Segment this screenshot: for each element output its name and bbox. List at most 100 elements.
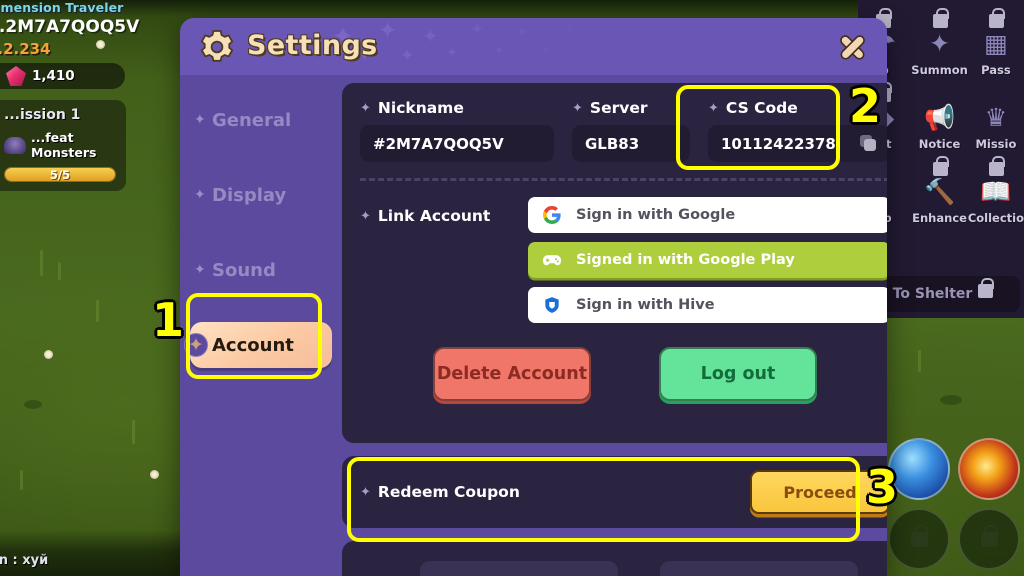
menu-label: Collectio bbox=[967, 211, 1024, 225]
fire-skill-orb[interactable] bbox=[958, 438, 1020, 500]
link-button-label: Sign in with Hive bbox=[576, 297, 715, 313]
menu-label: Missio bbox=[975, 137, 1017, 151]
skill-orb-tray bbox=[888, 438, 1020, 570]
google-icon bbox=[542, 205, 562, 225]
mission-progress-text: 5/5 bbox=[49, 167, 71, 182]
bottom-stub-right[interactable] bbox=[660, 561, 858, 576]
sparkle-icon: ✦ bbox=[708, 100, 719, 116]
delete-account-button[interactable]: Delete Account bbox=[433, 347, 591, 401]
link-button-label: Signed in with Google Play bbox=[576, 252, 795, 268]
link-account-buttons: Sign in with Google Signed in with Googl… bbox=[528, 197, 887, 323]
account-identity-row: ✦ Nickname #2M7A7QOQ5V ✦ Server GLB83 ✦ … bbox=[360, 99, 887, 162]
nickname-field-group: ✦ Nickname #2M7A7QOQ5V bbox=[360, 99, 554, 162]
mission-tracker[interactable]: ...ission 1 ...feat Monsters 5/5 bbox=[0, 100, 126, 191]
sparkle-icon: ✦ bbox=[194, 262, 206, 278]
close-icon[interactable] bbox=[837, 32, 867, 62]
menu-item-mission[interactable]: ♛ Missio bbox=[968, 82, 1024, 156]
menu-label: Enhance bbox=[912, 211, 967, 225]
sidebar-item-display[interactable]: ✦ Display bbox=[190, 172, 332, 218]
link-account-label-wrap: ✦ Link Account bbox=[360, 197, 528, 225]
cs-code-field-group: ✦ CS Code 10112422378 bbox=[708, 99, 887, 162]
lock-icon bbox=[932, 156, 949, 176]
gold-amount: ...2.234 bbox=[0, 40, 51, 58]
sparkle-icon: ✦ bbox=[360, 208, 371, 224]
section-divider bbox=[360, 178, 887, 181]
sign-in-with-hive-button[interactable]: Sign in with Hive bbox=[528, 287, 887, 323]
enhance-hammer-icon: 🔨 bbox=[923, 176, 956, 206]
pass-ticket-icon: ▦ bbox=[984, 28, 1008, 58]
copy-icon[interactable] bbox=[860, 135, 877, 152]
server-label-wrap: ✦ Server bbox=[572, 99, 690, 117]
sidebar-item-sound[interactable]: ✦ Sound bbox=[190, 247, 332, 293]
menu-item-notice[interactable]: 📢 Notice bbox=[911, 82, 968, 156]
cs-code-value: 10112422378 bbox=[721, 134, 836, 153]
to-shelter-label: To Shelter bbox=[892, 286, 973, 302]
menu-label: Notice bbox=[918, 137, 961, 151]
sidebar-item-label: Display bbox=[212, 184, 287, 206]
link-account-label: Link Account bbox=[377, 207, 491, 225]
sparkle-icon: ✦ bbox=[184, 333, 208, 357]
collection-book-icon: 📖 bbox=[980, 176, 1012, 206]
sparkle-icon: ✦ bbox=[194, 112, 206, 128]
account-action-row: Delete Account Log out bbox=[360, 347, 887, 401]
sparkle-icon: ✦ bbox=[194, 187, 206, 203]
water-skill-orb[interactable] bbox=[888, 438, 950, 500]
settings-modal: ✦ ✦ ✦ ✦ ✦ ✦ ✦ ✦ ✦ ✦ ✦ ✦ Settings ✦ Gener… bbox=[180, 18, 887, 576]
sidebar-item-label: Account bbox=[212, 334, 294, 356]
logout-button[interactable]: Log out bbox=[659, 347, 817, 401]
nickname-label: Nickname bbox=[377, 99, 464, 117]
modal-title: Settings bbox=[247, 30, 378, 61]
skill-slot-4[interactable] bbox=[958, 508, 1020, 570]
modal-header: ✦ ✦ ✦ ✦ ✦ ✦ ✦ ✦ ✦ ✦ ✦ ✦ Settings bbox=[180, 18, 887, 75]
menu-item-summon[interactable]: ✦ Summon bbox=[911, 8, 968, 82]
sparkle-icon: ✦ bbox=[572, 100, 583, 116]
player-hud: ...mension Traveler ...2M7A7QOQ5V ...2.2… bbox=[0, 0, 140, 191]
cs-code-label-wrap: ✦ CS Code bbox=[708, 99, 887, 117]
menu-item-enhance[interactable]: 🔨 Enhance bbox=[911, 156, 968, 230]
skill-slot-3[interactable] bbox=[888, 508, 950, 570]
to-shelter-button[interactable]: To Shelter bbox=[866, 276, 1020, 312]
lock-icon bbox=[989, 8, 1005, 28]
redeem-coupon-label-wrap: ✦ Redeem Coupon bbox=[360, 483, 520, 501]
menu-label: Pass bbox=[981, 63, 1011, 77]
menu-item-collection[interactable]: 📖 Collectio bbox=[968, 156, 1024, 230]
gem-icon bbox=[6, 66, 26, 86]
menu-label: Summon bbox=[911, 63, 968, 77]
mission-progress-bar: 5/5 bbox=[4, 167, 116, 182]
link-account-row: ✦ Link Account Sign in with Google Signe… bbox=[360, 197, 887, 323]
proceed-button[interactable]: Proceed bbox=[750, 470, 887, 514]
server-label: Server bbox=[589, 99, 648, 117]
mission-title: ...ission 1 bbox=[4, 107, 81, 123]
account-panel: ✦ Nickname #2M7A7QOQ5V ✦ Server GLB83 ✦ … bbox=[342, 83, 887, 443]
gear-icon bbox=[200, 30, 234, 62]
lock-icon bbox=[932, 8, 949, 28]
cs-code-label: CS Code bbox=[725, 99, 798, 117]
sign-in-with-google-button[interactable]: Sign in with Google bbox=[528, 197, 887, 233]
redeem-coupon-label: Redeem Coupon bbox=[377, 483, 520, 501]
monster-icon bbox=[4, 136, 26, 154]
sidebar-item-general[interactable]: ✦ General bbox=[190, 97, 332, 143]
sparkle-icon: ✦ bbox=[360, 484, 371, 500]
sidebar-item-account[interactable]: ✦ Account bbox=[184, 322, 332, 368]
google-play-gamepad-icon bbox=[542, 250, 562, 270]
lock-icon bbox=[910, 524, 928, 547]
mission-crown-icon: ♛ bbox=[984, 102, 1008, 132]
server-value: GLB83 bbox=[572, 125, 690, 162]
nickname-label-wrap: ✦ Nickname bbox=[360, 99, 554, 117]
lock-icon bbox=[980, 524, 998, 547]
bottom-stub-left[interactable] bbox=[420, 561, 618, 576]
signed-in-with-google-play-button[interactable]: Signed in with Google Play bbox=[528, 242, 887, 278]
settings-content: ✦ Nickname #2M7A7QOQ5V ✦ Server GLB83 ✦ … bbox=[342, 75, 887, 576]
settings-sidebar: ✦ General ✦ Display ✦ Sound ✦ Account bbox=[180, 75, 342, 576]
hive-shield-icon bbox=[542, 295, 562, 315]
gem-currency-bar[interactable]: 1,410 bbox=[0, 63, 125, 89]
sparkle-icon: ✦ bbox=[360, 100, 371, 116]
player-name: ...2M7A7QOQ5V bbox=[0, 17, 140, 37]
menu-item-pass[interactable]: ▦ Pass bbox=[968, 8, 1024, 82]
lock-icon bbox=[978, 278, 995, 298]
modal-body: ✦ General ✦ Display ✦ Sound ✦ Account ✦ … bbox=[180, 75, 887, 576]
cs-code-field[interactable]: 10112422378 bbox=[708, 125, 887, 162]
bottom-panel-partial bbox=[342, 541, 887, 576]
megaphone-icon: 📢 bbox=[923, 102, 956, 132]
nickname-value: #2M7A7QOQ5V bbox=[360, 125, 554, 162]
